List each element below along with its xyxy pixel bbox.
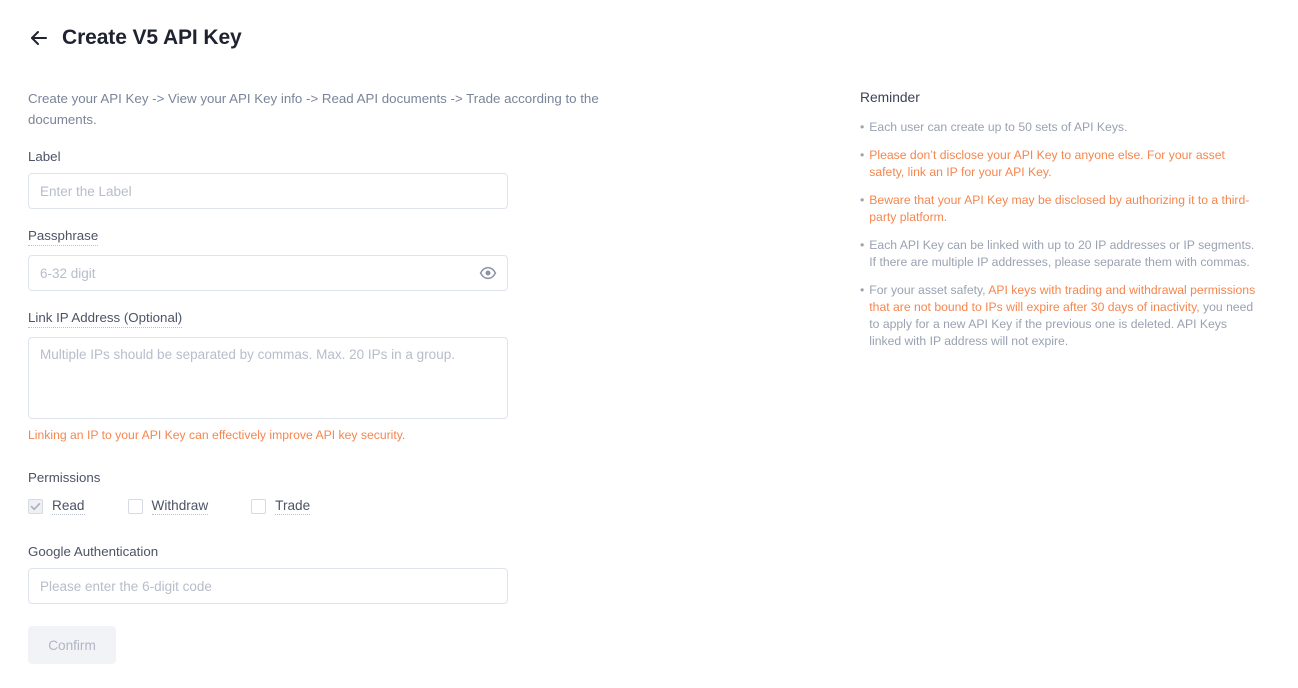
- reminder-text-run: Please don’t disclose your API Key to an…: [869, 148, 1225, 179]
- reminder-list: • Each user can create up to 50 sets of A…: [860, 119, 1260, 350]
- link-ip-field-label: Link IP Address (Optional): [28, 310, 183, 328]
- eye-icon[interactable]: [479, 264, 497, 282]
- field-google-auth-group: Google Authentication: [28, 543, 628, 604]
- label-input-wrap: [28, 173, 508, 209]
- checkbox-trade[interactable]: [251, 499, 267, 514]
- confirm-button[interactable]: Confirm: [28, 626, 116, 664]
- create-api-key-page: Create V5 API Key Create your API Key ->…: [0, 0, 1298, 688]
- reminder-item-text: Beware that your API Key may be disclose…: [869, 192, 1260, 226]
- checkbox-read[interactable]: [28, 499, 43, 514]
- bullet-icon: •: [860, 148, 865, 162]
- label-field-label: Label: [28, 149, 61, 164]
- reminder-item: • For your asset safety, API keys with tr…: [860, 282, 1260, 350]
- arrow-left-icon[interactable]: [28, 27, 50, 49]
- intro-text: Create your API Key -> View your API Key…: [28, 91, 599, 127]
- permission-label-read[interactable]: Read: [52, 498, 85, 515]
- reminder-item: • Each API Key can be linked with up to 2…: [860, 237, 1260, 271]
- page-title: Create V5 API Key: [62, 26, 242, 49]
- permissions-row: Read Withdraw Trade: [28, 498, 628, 515]
- reminder-item: • Each user can create up to 50 sets of A…: [860, 119, 1260, 136]
- link-ip-textarea[interactable]: [28, 337, 508, 419]
- reminder-item: • Beware that your API Key may be disclos…: [860, 192, 1260, 226]
- reminder-text-run: Beware that your API Key may be disclose…: [869, 193, 1250, 224]
- reminder-text-run: Each API Key can be linked with up to 20…: [869, 238, 1255, 269]
- field-permissions-group: Permissions Read Withdraw Trade: [28, 470, 628, 515]
- reminder-text-run: Each user can create up to 50 sets of AP…: [869, 120, 1128, 134]
- checkbox-withdraw[interactable]: [127, 499, 143, 514]
- reminder-title: Reminder: [860, 90, 920, 105]
- bullet-icon: •: [860, 120, 865, 134]
- permission-item-read[interactable]: Read: [28, 498, 85, 515]
- reminder-text-run: For your asset safety,: [869, 283, 989, 297]
- label-input[interactable]: [28, 173, 508, 209]
- field-passphrase-group: Passphrase: [28, 227, 628, 291]
- bullet-icon: •: [860, 238, 865, 252]
- reminder-panel: Reminder • Each user can create up to 50 …: [860, 90, 1260, 361]
- google-auth-input[interactable]: [28, 568, 508, 604]
- page-header: Create V5 API Key: [28, 26, 242, 50]
- link-ip-hint: Linking an IP to your API Key can effect…: [28, 428, 406, 442]
- permission-label-withdraw[interactable]: Withdraw: [151, 498, 209, 515]
- passphrase-input[interactable]: [28, 255, 508, 291]
- permission-label-trade[interactable]: Trade: [275, 498, 311, 515]
- field-label-group: Label: [28, 148, 628, 209]
- permission-item-withdraw[interactable]: Withdraw: [127, 498, 209, 515]
- google-auth-input-wrap: [28, 568, 508, 604]
- passphrase-input-wrap: [28, 255, 508, 291]
- google-auth-field-label: Google Authentication: [28, 544, 159, 559]
- permission-item-trade[interactable]: Trade: [251, 498, 311, 515]
- reminder-item: • Please don’t disclose your API Key to a…: [860, 147, 1260, 181]
- permissions-title: Permissions: [28, 470, 101, 485]
- reminder-item-text: Please don’t disclose your API Key to an…: [869, 147, 1260, 181]
- bullet-icon: •: [860, 193, 865, 207]
- reminder-item-text: Each API Key can be linked with up to 20…: [869, 237, 1260, 271]
- passphrase-field-label: Passphrase: [28, 228, 99, 246]
- reminder-item-text: For your asset safety, API keys with tra…: [869, 282, 1260, 350]
- reminder-item-text: Each user can create up to 50 sets of AP…: [869, 119, 1260, 136]
- bullet-icon: •: [860, 283, 865, 297]
- field-link-ip-group: Link IP Address (Optional) Linking an IP…: [28, 309, 628, 442]
- api-key-form: Create your API Key -> View your API Key…: [28, 88, 628, 664]
